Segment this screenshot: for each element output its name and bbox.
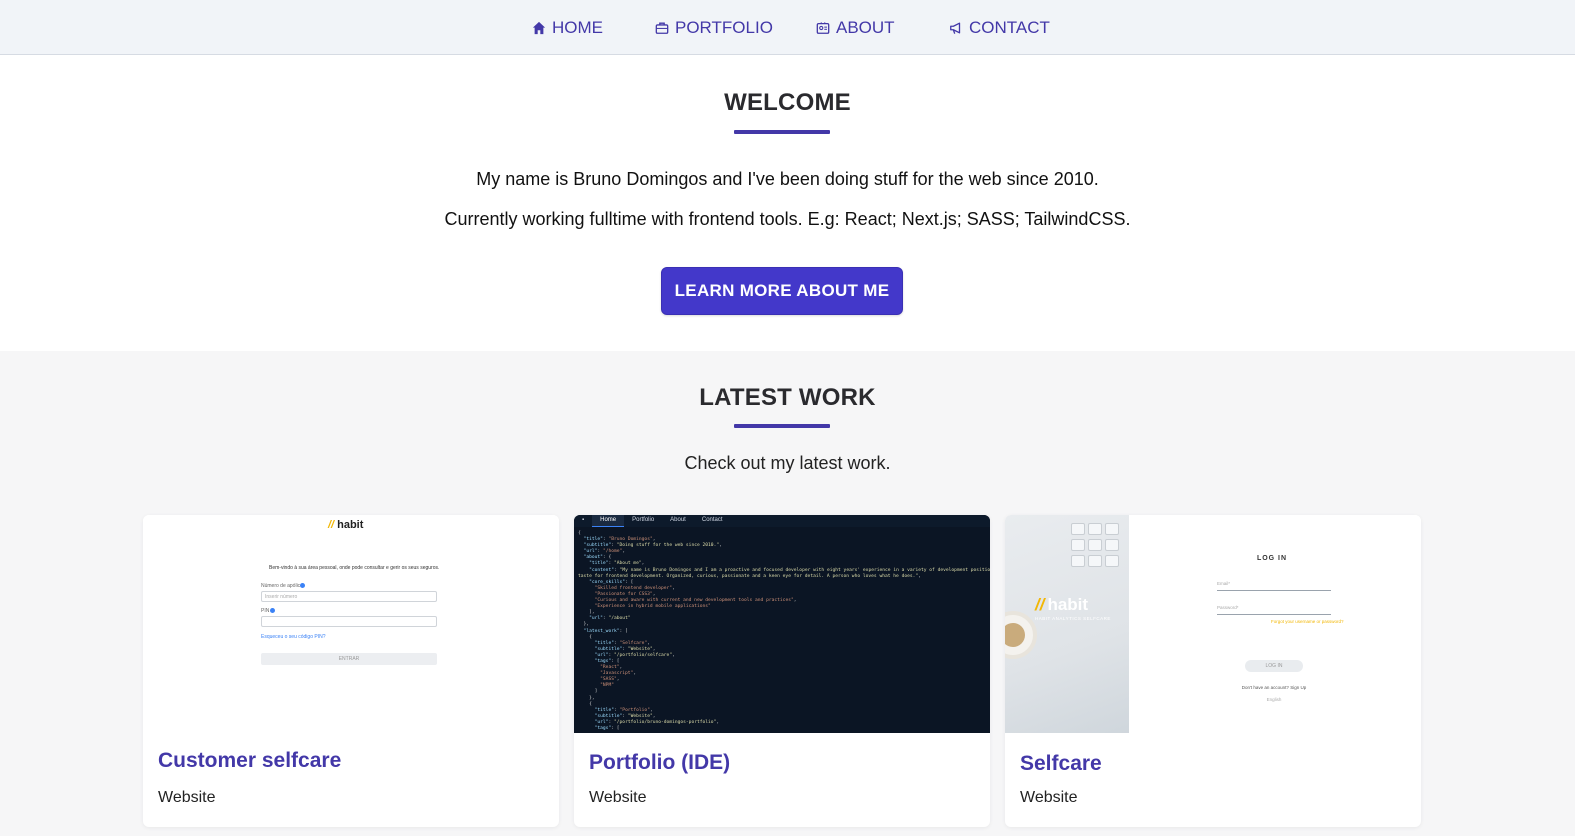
briefcase-icon <box>655 21 669 35</box>
nav-item-label: ABOUT <box>836 18 895 37</box>
ide-tab: Portfolio <box>632 517 655 523</box>
welcome-title: WELCOME <box>724 89 851 116</box>
thumb-field <box>1217 614 1331 615</box>
thumb-field <box>1217 590 1331 591</box>
welcome-section: WELCOME My name is Bruno Domingos and I'… <box>0 55 1575 351</box>
learn-more-button[interactable]: LEARN MORE ABOUT ME <box>661 267 903 315</box>
keyboard-image <box>1067 519 1129 589</box>
latest-work-title: LATEST WORK <box>699 384 876 411</box>
habit-logo: //habit <box>1035 595 1089 614</box>
habit-logo: //habit <box>328 519 364 531</box>
thumb-button: LOG IN <box>1245 660 1303 672</box>
thumb-placeholder: Inserir número <box>265 594 298 600</box>
nav-item-home[interactable]: HOME <box>532 17 603 39</box>
ide-code-block: { "title": "Bruno Domingos", "subtitle":… <box>578 531 990 731</box>
card-title: Customer selfcare <box>158 749 342 772</box>
id-card-icon <box>816 21 830 35</box>
thumb-login-title: LOG IN <box>1256 555 1288 562</box>
thumb-button: ENTRAR <box>261 653 437 665</box>
thumb-link: Esqueceu o seu código PIN? <box>261 634 326 640</box>
ide-tabbar: ▪ Home Portfolio About Contact <box>574 515 990 527</box>
thumb-label: Password* <box>1217 605 1239 610</box>
latest-work-section: LATEST WORK Check out my latest work. //… <box>0 351 1575 836</box>
nav-item-label: HOME <box>552 18 603 37</box>
nav-item-label: PORTFOLIO <box>675 18 773 37</box>
title-underline <box>734 130 830 134</box>
card-thumbnail: ▪ Home Portfolio About Contact { "title"… <box>574 515 990 733</box>
card-thumbnail: //habit HABIT ANALYTICS SELFCARE LOG IN … <box>1005 515 1421 733</box>
info-icon <box>270 608 275 613</box>
thumb-label: PIN <box>261 608 270 614</box>
thumb-field <box>261 616 437 627</box>
card-title: Portfolio (IDE) <box>589 751 731 774</box>
title-underline <box>734 424 830 428</box>
thumb-language: English <box>1266 697 1282 702</box>
nav-item-contact[interactable]: CONTACT <box>949 17 1050 39</box>
megaphone-icon <box>949 21 963 35</box>
card-title: Selfcare <box>1020 752 1102 775</box>
work-card-selfcare[interactable]: //habit HABIT ANALYTICS SELFCARE LOG IN … <box>1005 515 1421 827</box>
latest-work-subtitle: Check out my latest work. <box>684 453 891 473</box>
ide-tab: About <box>670 517 686 523</box>
coffee-cup-image <box>1005 611 1037 659</box>
desk-photo: //habit HABIT ANALYTICS SELFCARE <box>1005 515 1129 733</box>
work-card-portfolio-ide[interactable]: ▪ Home Portfolio About Contact { "title"… <box>574 515 990 827</box>
info-icon <box>300 583 305 588</box>
thumb-welcome-text: Bem-vindo à sua área pessoal, onde pode … <box>269 565 440 571</box>
nav-item-label: CONTACT <box>969 18 1050 37</box>
ide-tab: Contact <box>701 517 723 523</box>
work-card-customer-selfcare[interactable]: //habit Bem-vindo à sua área pessoal, on… <box>143 515 559 827</box>
nav-item-portfolio[interactable]: PORTFOLIO <box>655 17 773 39</box>
folder-icon: ▪ <box>582 517 585 523</box>
intro-line-1: My name is Bruno Domingos and I've been … <box>476 169 1099 189</box>
card-thumbnail: //habit Bem-vindo à sua área pessoal, on… <box>143 515 559 733</box>
intro-line-2: Currently working fulltime with frontend… <box>444 209 1131 229</box>
ide-tab: Home <box>592 515 625 527</box>
card-subtitle: Website <box>1020 789 1078 806</box>
thumb-signup-text: Don't have an account? Sign Up <box>1241 685 1307 690</box>
nav-item-about[interactable]: ABOUT <box>816 17 895 39</box>
thumb-field: Inserir número <box>261 591 437 602</box>
top-navigation: HOME PORTFOLIO ABOUT CONTACT <box>0 0 1575 55</box>
card-subtitle: Website <box>158 789 216 806</box>
card-subtitle: Website <box>589 789 647 806</box>
thumb-label: Número de apólice <box>261 583 303 589</box>
thumb-label: Email* <box>1217 581 1231 586</box>
home-icon <box>532 21 546 35</box>
thumb-link: Forgot your username or password? <box>1271 619 1344 624</box>
logo-subtitle: HABIT ANALYTICS SELFCARE <box>1035 616 1111 621</box>
